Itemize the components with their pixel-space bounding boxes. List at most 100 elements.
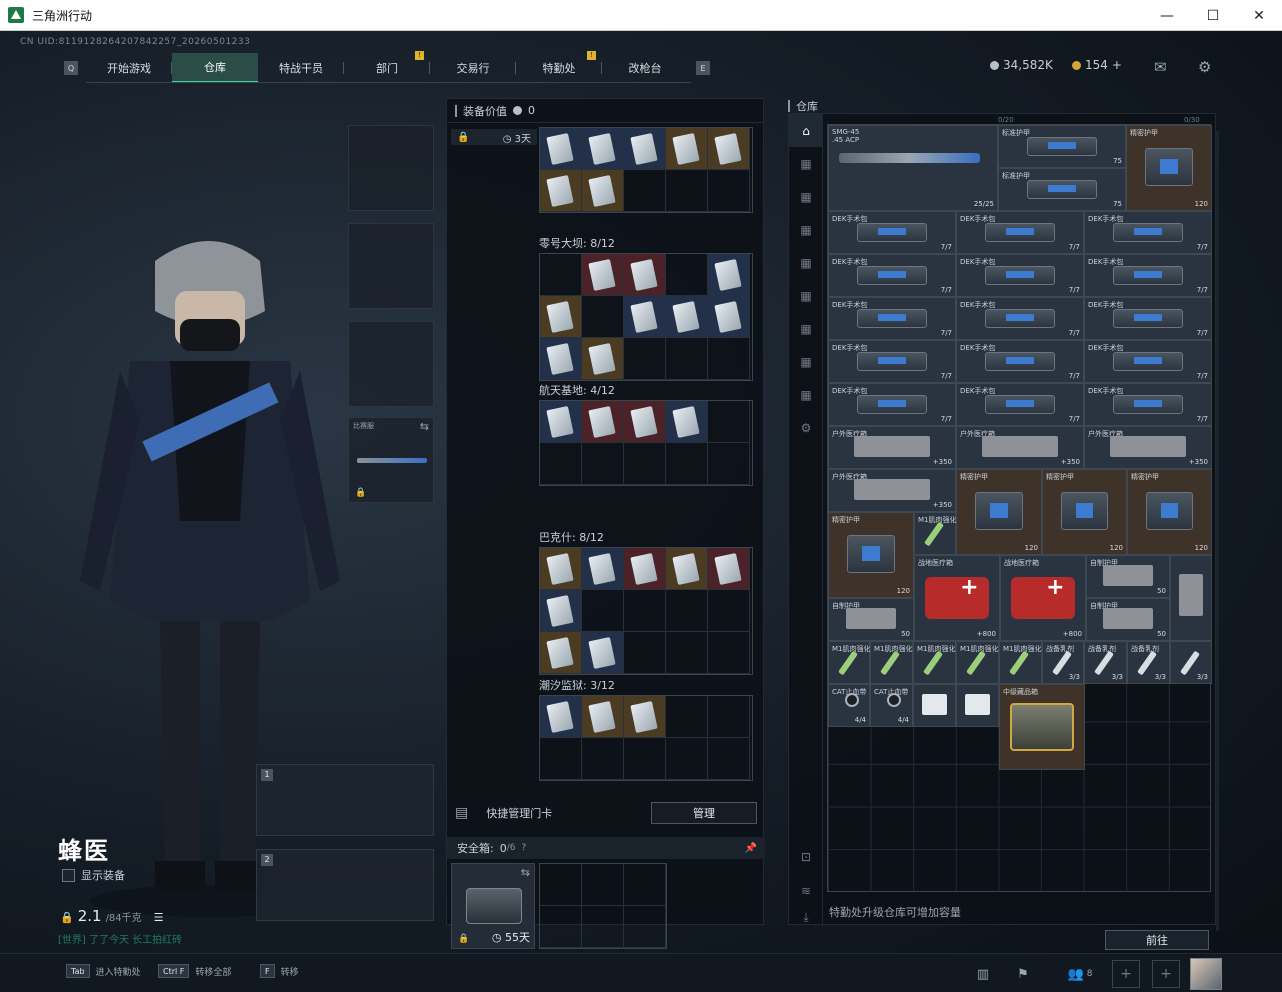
item-homemade-armor[interactable]: 自制护甲 50 <box>1086 598 1170 641</box>
keycard-cell[interactable] <box>540 401 582 443</box>
tab-trade[interactable]: 交易行 <box>430 53 516 83</box>
item-outdoor-medkit[interactable]: 户外医疗箱 +350 <box>828 469 956 512</box>
flag-icon[interactable]: ⚑ <box>1010 962 1036 986</box>
tab-operators[interactable]: 特战干员 <box>258 53 344 83</box>
keycard-cell[interactable] <box>540 128 582 170</box>
item-dek-kit[interactable]: DEK手术包 7/7 <box>1084 211 1212 254</box>
helmet-slot[interactable] <box>348 125 434 211</box>
item-precision-armor[interactable]: 精密护甲 120 <box>1127 469 1212 555</box>
item-field-medkit[interactable]: 战地医疗箱 +800 <box>914 555 1000 641</box>
keycard-cell[interactable] <box>624 128 666 170</box>
tab-special-ops[interactable]: 特勤处! <box>516 51 602 83</box>
maximize-button[interactable]: ☐ <box>1190 0 1236 31</box>
tab-start-game[interactable]: 开始游戏 <box>86 53 172 83</box>
armor-slot[interactable] <box>348 223 434 309</box>
item-keycard-misc[interactable] <box>913 684 956 727</box>
item-dek-kit[interactable]: DEK手术包 7/7 <box>956 297 1084 340</box>
item-outdoor-medkit[interactable]: 户外医疗箱 +350 <box>828 426 956 469</box>
empty-cell[interactable] <box>624 906 666 948</box>
warehouse-tab-8-icon[interactable]: ▦ <box>789 378 823 411</box>
item-dek-kit[interactable]: DEK手术包 7/7 <box>956 383 1084 426</box>
item-dek-kit[interactable]: DEK手术包 7/7 <box>1084 254 1212 297</box>
warehouse-tab-7-icon[interactable]: ▦ <box>789 345 823 378</box>
go-button[interactable]: 前往 <box>1105 930 1209 950</box>
minimize-button[interactable]: — <box>1144 0 1190 31</box>
keycard-cell[interactable] <box>624 296 666 338</box>
hint-enter-ops[interactable]: Tab 进入特勤处 <box>66 964 141 978</box>
avatar[interactable] <box>1190 958 1222 990</box>
item-smg45[interactable]: SMG-45.45 ACP 25/25 <box>828 125 998 211</box>
checkbox-icon[interactable] <box>62 868 75 882</box>
keycard-cell[interactable] <box>708 548 750 590</box>
warehouse-tab-1-icon[interactable]: ▦ <box>789 147 823 180</box>
primary-weapon-slot-2[interactable]: 2 <box>256 849 434 921</box>
warehouse-tab-5-icon[interactable]: ▦ <box>789 279 823 312</box>
hint-transfer[interactable]: F 转移 <box>260 964 299 978</box>
empty-cell[interactable] <box>624 864 666 906</box>
keycard-cell[interactable] <box>582 338 624 380</box>
pin-icon[interactable]: 📌 <box>745 843 757 854</box>
item-dek-kit[interactable]: DEK手术包 7/7 <box>828 254 956 297</box>
add-currency-button[interactable]: + <box>1112 58 1122 72</box>
keychain-container[interactable]: 🔒 ◷ 3天 <box>451 129 537 145</box>
item-keycard-misc[interactable] <box>956 684 999 727</box>
keycard-cell[interactable] <box>540 590 582 632</box>
item-dek-kit[interactable]: DEK手术包 7/7 <box>828 297 956 340</box>
stats-chart-icon[interactable]: ▥ <box>970 962 996 986</box>
keycard-cell[interactable] <box>540 632 582 674</box>
item-dek-kit[interactable]: DEK手术包 7/7 <box>1084 383 1212 426</box>
item-standard-armor[interactable]: 标准护甲 75 <box>998 125 1126 168</box>
keycard-cell[interactable] <box>540 170 582 212</box>
item-dek-kit[interactable]: DEK手术包 7/7 <box>828 383 956 426</box>
item-dek-kit[interactable]: DEK手术包 7/7 <box>956 211 1084 254</box>
keycard-cell[interactable] <box>540 338 582 380</box>
empty-cell[interactable] <box>582 864 624 906</box>
item-dek-kit[interactable]: DEK手术包 7/7 <box>828 211 956 254</box>
pistol-slot[interactable] <box>348 321 434 407</box>
keycard-cell[interactable] <box>666 296 708 338</box>
item-cat-tourniquet[interactable]: CAT止血带4/4 <box>870 684 913 727</box>
tab-gunsmith[interactable]: 改枪台 <box>602 53 688 83</box>
item-precision-armor[interactable]: 精密护甲 120 <box>828 512 914 598</box>
keycard-cell[interactable] <box>582 128 624 170</box>
hint-transfer-all[interactable]: Ctrl F 转移全部 <box>158 964 231 978</box>
empty-cell[interactable] <box>582 906 624 948</box>
keycard-cell[interactable] <box>540 696 582 738</box>
primary-weapon-slot-1[interactable]: 1 <box>256 764 434 836</box>
keycard-cell[interactable] <box>666 128 708 170</box>
mail-icon[interactable]: ✉ <box>1154 58 1167 76</box>
item-emulsion[interactable]: 战备乳剂 3/3 <box>1084 641 1127 684</box>
keycard-cell[interactable] <box>708 254 750 296</box>
nav-next-key[interactable]: E <box>696 61 710 75</box>
keycard-cell[interactable] <box>582 401 624 443</box>
keycard-cell[interactable] <box>666 401 708 443</box>
item-precision-armor[interactable]: 精密护甲 120 <box>1126 125 1212 211</box>
item-m1-stim[interactable]: M1肌肉强化 <box>999 641 1042 684</box>
warehouse-scrollbar[interactable] <box>1216 131 1219 931</box>
show-equipment-toggle[interactable]: 显示装备 <box>62 867 125 883</box>
swap-icon[interactable]: ⇆ <box>420 420 429 433</box>
item-precision-armor[interactable]: 精密护甲 120 <box>1042 469 1127 555</box>
keycard-cell[interactable] <box>582 548 624 590</box>
keycard-cell[interactable] <box>582 254 624 296</box>
warehouse-tab-2-icon[interactable]: ▦ <box>789 180 823 213</box>
item-dek-kit[interactable]: DEK手术包 7/7 <box>828 340 956 383</box>
hafcoin-balance[interactable]: 34,582K <box>990 58 1053 72</box>
item-emulsion[interactable]: 3/3 <box>1170 641 1212 684</box>
keycard-cell[interactable] <box>582 696 624 738</box>
melee-slot[interactable]: 比赛服 ⇆ 🔒 <box>348 417 434 503</box>
item-field-medkit[interactable]: 战地医疗箱 +800 <box>1000 555 1086 641</box>
list-icon[interactable]: ☰ <box>154 911 164 924</box>
empty-cell[interactable] <box>540 864 582 906</box>
item-cat-tourniquet[interactable]: CAT止血带4/4 <box>828 684 870 727</box>
close-button[interactable]: ✕ <box>1236 0 1282 31</box>
item-precision-armor[interactable]: 精密护甲 120 <box>956 469 1042 555</box>
empty-cell[interactable] <box>540 906 582 948</box>
item-outdoor-medkit[interactable]: 户外医疗箱 +350 <box>1084 426 1212 469</box>
item-homemade-armor[interactable]: 自制护甲 50 <box>1086 555 1170 598</box>
item-m1-stim[interactable]: M1肌肉强化 <box>956 641 999 684</box>
item-m1-stim[interactable]: M1肌肉强化 <box>914 512 957 555</box>
warehouse-tab-6-icon[interactable]: ▦ <box>789 312 823 345</box>
keycard-cell[interactable] <box>540 548 582 590</box>
item-emulsion[interactable]: 战备乳剂 3/3 <box>1042 641 1084 684</box>
